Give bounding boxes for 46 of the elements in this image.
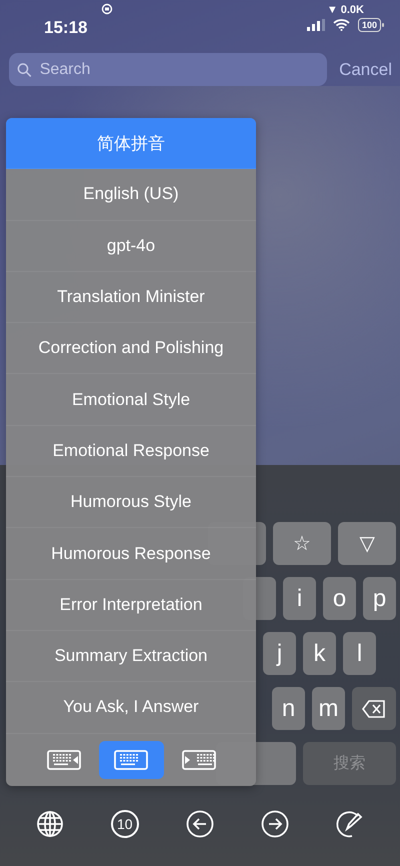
menu-item[interactable]: Humorous Style: [6, 477, 256, 528]
menu-item[interactable]: Emotional Response: [6, 426, 256, 478]
keyboard-key[interactable]: m: [312, 687, 345, 730]
battery-indicator: 100: [358, 18, 384, 32]
globe-button[interactable]: [36, 810, 64, 838]
signal-icon: [306, 19, 325, 31]
search-input[interactable]: Search: [38, 60, 320, 80]
menu-item[interactable]: Summary Extraction: [6, 630, 256, 682]
menu-item[interactable]: Error Interpretation: [6, 580, 256, 631]
globe-icon: [36, 810, 64, 838]
keyboard-key[interactable]: p: [363, 577, 396, 620]
keyboard-key[interactable]: n: [272, 687, 305, 730]
search-icon: [17, 62, 32, 78]
menu-item[interactable]: gpt-4o: [6, 220, 256, 272]
keyboard-key[interactable]: l: [343, 632, 376, 675]
menu-item[interactable]: Translation Minister: [6, 272, 256, 324]
network-speed: ▼ 0.0K: [326, 4, 364, 16]
search-key[interactable]: 搜索: [303, 742, 396, 785]
menu-item[interactable]: 简体拼音: [6, 118, 256, 170]
menu-item[interactable]: English (US): [6, 169, 256, 221]
keyboard-key[interactable]: ▽: [338, 522, 396, 565]
menu-item[interactable]: Humorous Response: [6, 528, 256, 580]
keyboard-left-icon: [46, 750, 80, 770]
keyboard-key[interactable]: k: [303, 632, 336, 675]
keyboard-icon: [114, 750, 148, 770]
menu-item[interactable]: You Ask, I Answer: [6, 682, 256, 734]
wifi-icon: [332, 19, 350, 31]
keyboard-key[interactable]: o: [323, 577, 356, 620]
back-button[interactable]: [186, 810, 214, 838]
keyboard-mode-button[interactable]: [98, 740, 164, 779]
status-time: 15:18: [44, 18, 88, 38]
cancel-button[interactable]: Cancel: [339, 60, 392, 80]
keyboard-key[interactable]: j: [263, 632, 296, 675]
menu-item[interactable]: Emotional Style: [6, 374, 256, 426]
menu-item[interactable]: Correction and Polishing: [6, 323, 256, 374]
delete-icon: [362, 700, 386, 718]
pen-icon: [336, 810, 364, 838]
search-bar[interactable]: Search: [9, 53, 328, 86]
delete-key[interactable]: [352, 687, 396, 730]
rotation-lock-icon: [101, 3, 113, 15]
keyboard-key[interactable]: i: [283, 577, 316, 620]
forward-button[interactable]: [261, 810, 290, 838]
keyboard-right-icon: [182, 750, 216, 770]
number-keyboard-button[interactable]: 10: [110, 810, 139, 838]
keyboard-key[interactable]: ☆: [273, 522, 331, 565]
edit-button[interactable]: [336, 810, 364, 838]
